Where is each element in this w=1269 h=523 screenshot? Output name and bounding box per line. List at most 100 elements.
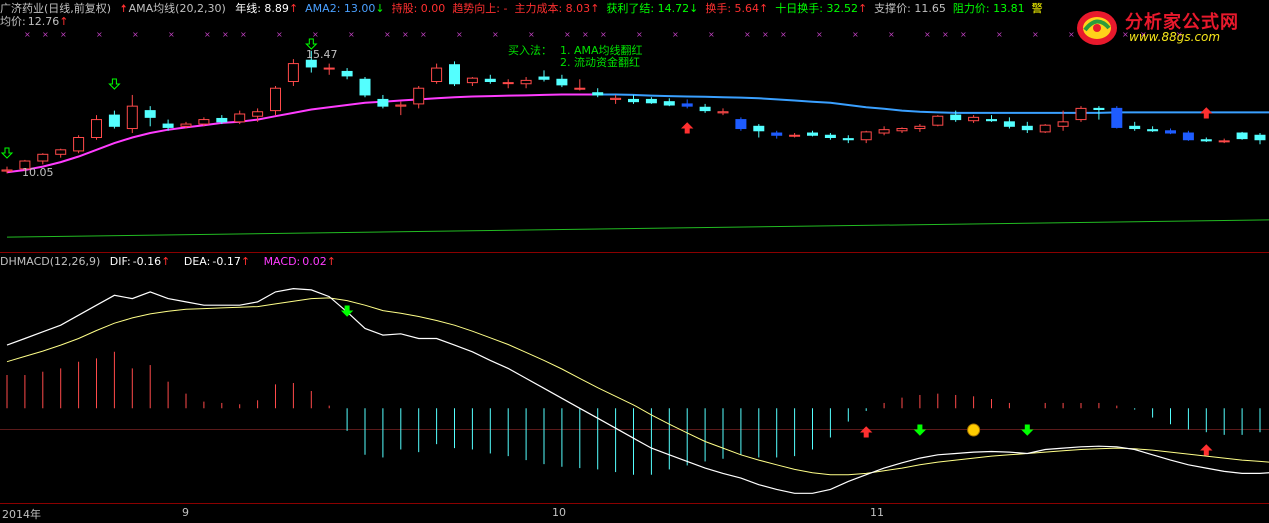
candle-body — [377, 98, 389, 107]
signal-x-mark: × — [24, 30, 31, 39]
signal-x-mark: × — [636, 30, 643, 39]
header-item: 支撑价: 11.65 — [874, 2, 946, 15]
candle-body — [252, 111, 264, 117]
x-tick-label: 2014年 — [2, 508, 41, 521]
signal-markers: ×××××××××××××××××××××××××××××××××××××××× — [24, 30, 1183, 39]
signal-x-mark: × — [924, 30, 931, 39]
candle-body — [1057, 121, 1069, 127]
header-item: 警 — [1031, 2, 1043, 15]
candle-body — [431, 67, 443, 83]
candle-body — [1182, 132, 1194, 141]
down-arrow-icon — [0, 147, 14, 159]
dea-label: DEA — [183, 255, 207, 268]
signal-x-mark: × — [852, 30, 859, 39]
candle-body — [735, 119, 747, 130]
signal-x-mark: × — [312, 30, 319, 39]
year-line — [6, 219, 1269, 238]
candle-body — [878, 129, 890, 134]
header-item: 阻力价: 13.81 — [952, 2, 1025, 15]
smiley-icon — [967, 423, 981, 437]
candle-body — [198, 119, 210, 125]
candle-body — [413, 87, 425, 105]
signal-x-mark: × — [276, 30, 283, 39]
up-arrow-icon: ↑ — [857, 2, 868, 15]
candle-body — [234, 113, 246, 123]
up-arrow-icon — [680, 122, 694, 134]
candle-body — [950, 114, 962, 121]
avg-price-header: 均价: 12.76↑ — [0, 15, 69, 28]
candle-body — [1218, 140, 1230, 143]
signal-x-mark: × — [402, 30, 409, 39]
buy-method-title: 买入法： — [508, 43, 552, 57]
candle-body — [162, 123, 174, 128]
candle-body — [556, 78, 568, 86]
dif-value: -0.16 — [132, 255, 162, 268]
candle-body — [91, 119, 102, 139]
candle-body — [1200, 139, 1212, 142]
x-tick-label: 11 — [870, 506, 884, 519]
signal-x-mark: × — [132, 30, 139, 39]
buy-method-2: 2. 流动资金翻红 — [560, 55, 640, 69]
candle-body — [932, 115, 944, 126]
indicator-name[interactable]: AMA均线(20,2,30) — [129, 2, 226, 15]
candle-body — [628, 98, 639, 103]
candle-body — [681, 103, 693, 107]
candle-body — [55, 149, 67, 155]
low-price-label: 10.05 — [22, 166, 54, 179]
signal-x-mark: × — [582, 30, 589, 39]
candle-body — [1111, 107, 1123, 128]
candle-body — [323, 67, 335, 70]
macd-indicator-name[interactable]: DHMACD(12,26,9) — [0, 255, 100, 268]
signal-x-mark: × — [528, 30, 535, 39]
candlesticks — [1, 50, 1266, 174]
dea-value: -0.17 — [212, 255, 241, 268]
high-price-label: 15.47 — [306, 48, 338, 61]
candle-body — [1165, 130, 1176, 134]
candle-body — [1147, 129, 1159, 132]
logo-emblem-icon — [1077, 11, 1117, 45]
candle-body — [1, 169, 13, 172]
stock-title[interactable]: 广济药业(日线,前复权) — [0, 2, 111, 15]
signal-x-mark: × — [672, 30, 679, 39]
header-item: 获利了结: 14.72 — [606, 2, 690, 15]
candle-body — [180, 123, 192, 127]
ama-down-segment — [597, 93, 1269, 114]
candle-body — [305, 59, 317, 68]
candle-body — [359, 78, 371, 96]
candle-body — [395, 104, 407, 107]
macd-label: MACD — [263, 255, 297, 268]
candle-body — [1129, 125, 1141, 130]
dea-arrow-icon: ↑ — [240, 255, 251, 268]
candle-body — [1039, 124, 1051, 133]
candle-body — [538, 76, 550, 80]
signal-x-mark: × — [168, 30, 175, 39]
header-item: AMA2: 13.00 — [305, 2, 376, 15]
signal-x-mark: × — [204, 30, 211, 39]
candle-body — [1075, 107, 1087, 121]
up-arrow-icon: 🠅 — [120, 2, 127, 15]
signal-x-mark: × — [348, 30, 355, 39]
candle-body — [663, 101, 675, 106]
signal-x-mark: × — [816, 30, 823, 39]
header-item: 主力成本: 8.03 — [514, 2, 591, 15]
down-arrow-icon: ↓ — [375, 2, 385, 15]
candle-body — [824, 134, 836, 139]
macd-header: DHMACD(12,26,9) DIF: -0.16↑ DEA: -0.17↑ MA… — [0, 255, 336, 268]
candle-body — [771, 132, 783, 136]
signal-x-mark: × — [600, 30, 607, 39]
logo-url-text: www.88gs.com — [1129, 30, 1221, 44]
signal-x-mark: × — [708, 30, 715, 39]
candle-body — [968, 116, 980, 122]
signal-x-mark: × — [42, 30, 49, 39]
signal-x-mark: × — [456, 30, 463, 39]
signal-x-mark: × — [96, 30, 103, 39]
candle-body — [1236, 132, 1248, 140]
year-line-path — [6, 219, 1269, 238]
signal-x-mark: × — [222, 30, 229, 39]
signal-x-mark: × — [780, 30, 787, 39]
candle-body — [484, 78, 496, 83]
candle-body — [842, 138, 854, 141]
candle-body — [860, 131, 872, 141]
up-arrow-icon — [859, 426, 873, 438]
dif-line — [6, 287, 1269, 494]
